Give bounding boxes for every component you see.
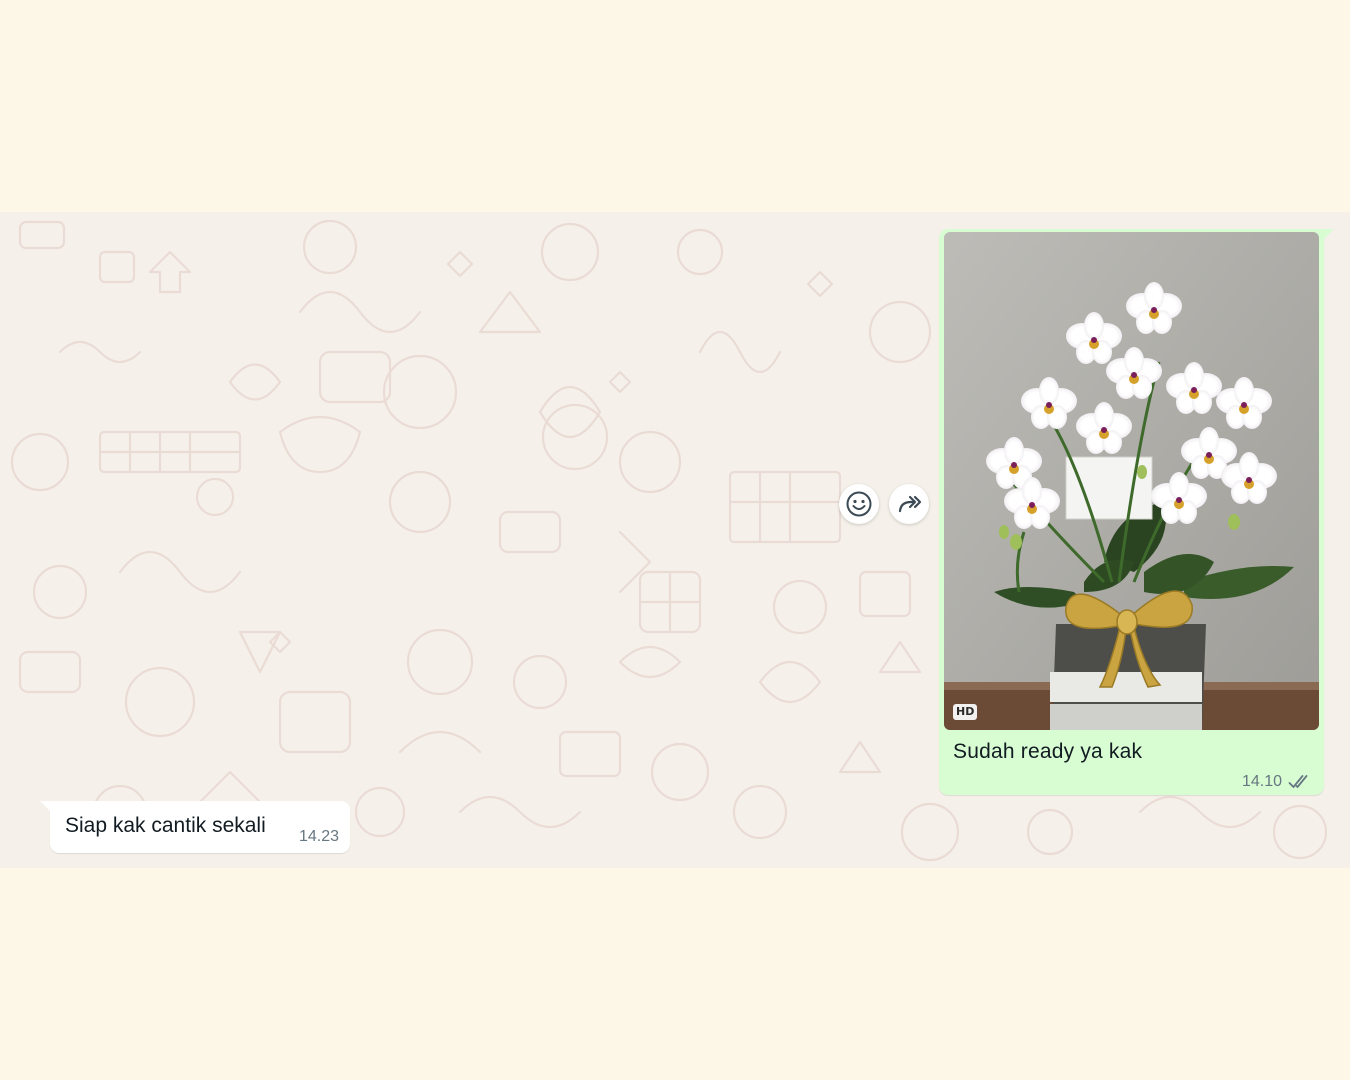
- forward-icon: [898, 495, 922, 513]
- message-text: Siap kak cantik sekali: [65, 814, 266, 837]
- bubble-tail: [1322, 229, 1334, 241]
- message-meta: 14.10: [1242, 773, 1314, 791]
- smiley-icon: [846, 491, 872, 517]
- message-caption: Sudah ready ya kak: [953, 740, 1143, 763]
- double-check-icon: [1288, 775, 1308, 788]
- forward-button[interactable]: [889, 484, 929, 524]
- bubble-tail: [40, 801, 52, 813]
- incoming-message[interactable]: Siap kak cantik sekali 14.23: [40, 801, 350, 853]
- chat-conversation: HD Sudah ready ya kak 14.10 Siap kak can…: [0, 212, 1350, 868]
- hd-badge: HD: [953, 704, 978, 720]
- react-button[interactable]: [839, 484, 879, 524]
- message-time: 14.23: [298, 828, 339, 845]
- orchid-arrangement-image: [944, 232, 1319, 730]
- message-time: 14.10: [1241, 773, 1282, 790]
- outgoing-message[interactable]: HD Sudah ready ya kak 14.10: [939, 229, 1334, 795]
- message-photo[interactable]: HD: [944, 232, 1319, 730]
